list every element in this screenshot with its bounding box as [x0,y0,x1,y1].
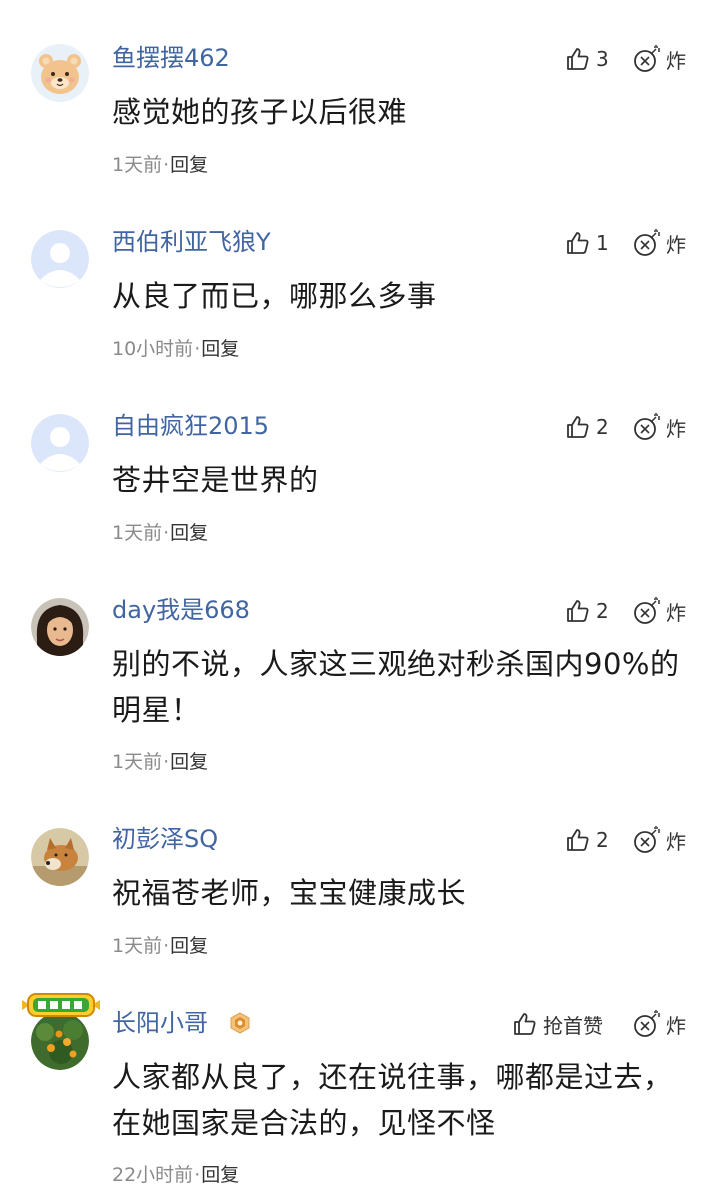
timestamp: 1天前 [112,935,163,957]
comment-meta: 1天前·回复 [112,934,208,958]
like-button[interactable]: 2 [563,825,609,855]
username[interactable]: 长阳小哥 [112,1008,208,1038]
like-button[interactable]: 2 [563,412,609,442]
thumbs-up-icon [567,829,589,851]
bomb-icon [634,229,660,256]
comment-meta: 22小时前·回复 [112,1163,239,1187]
comment-meta: 1天前·回复 [112,750,208,774]
reply-button[interactable]: 回复 [170,935,208,957]
comment-meta: 10小时前·回复 [112,337,239,361]
bomb-button[interactable]: 炸 [632,596,686,626]
username[interactable]: day我是668 [112,595,250,625]
timestamp: 1天前 [112,751,163,773]
separator: · [163,154,170,176]
bomb-button[interactable]: 炸 [632,228,686,258]
bomb-button[interactable]: 炸 [632,44,686,74]
thumbs-up-icon [567,600,589,622]
cartoon-bear-avatar[interactable] [31,44,89,102]
dog-photo-avatar[interactable] [31,828,89,886]
comment-text: 感觉她的孩子以后很难 [112,95,408,129]
like-count: 3 [596,47,609,71]
bomb-icon [634,45,660,72]
thumbs-up-icon [567,232,589,254]
bomb-label: 炸 [666,829,686,854]
like-button[interactable]: 1 [563,228,609,258]
bomb-icon [634,826,660,853]
like-count: 2 [596,828,609,852]
separator: · [163,751,170,773]
bomb-button[interactable]: 炸 [632,412,686,442]
thumbs-up-icon [514,1013,536,1035]
like-label: 抢首赞 [543,1013,603,1038]
bomb-icon [634,1010,660,1037]
timestamp: 1天前 [112,522,163,544]
like-button[interactable]: 3 [563,44,609,74]
username[interactable]: 自由疯狂2015 [112,411,269,441]
like-count: 2 [596,415,609,439]
username[interactable]: 初彭泽SQ [112,824,218,854]
bomb-button[interactable]: 炸 [632,825,686,855]
timestamp: 22小时前 [112,1164,194,1186]
comment-text: 从良了而已，哪那么多事 [112,279,437,313]
bomb-label: 炸 [666,416,686,441]
like-button[interactable]: 2 [563,596,609,626]
username[interactable]: 西伯利亚飞狼Y [112,227,271,257]
reply-button[interactable]: 回复 [170,751,208,773]
bomb-label: 炸 [666,600,686,625]
thumbs-up-icon [567,416,589,438]
separator: · [194,1164,201,1186]
separator: · [194,338,201,360]
comment-text: 别的不说，人家这三观绝对秒杀国内90%的明星！ [112,647,680,727]
hexagon-badge-icon [230,1012,250,1034]
reply-button[interactable]: 回复 [201,338,239,360]
comment-text: 苍井空是世界的 [112,463,319,497]
username[interactable]: 鱼摆摆462 [112,43,230,73]
default-avatar[interactable] [31,414,89,472]
comment-text: 人家都从良了，还在说往事，哪都是过去，在她国家是合法的，见怪不怪 [112,1060,673,1140]
reply-button[interactable]: 回复 [170,522,208,544]
bomb-label: 炸 [666,1013,686,1038]
comment-meta: 1天前·回复 [112,153,208,177]
comment-list: 鱼摆摆462 3 炸 感觉她的孩子以后很难 1天前·回复 西伯利亚飞狼Y 1 炸… [0,0,720,1202]
bomb-icon [634,597,660,624]
bomb-label: 炸 [666,48,686,73]
like-button[interactable]: 抢首赞 [510,1009,603,1039]
separator: · [163,522,170,544]
separator: · [163,935,170,957]
comment-meta: 1天前·回复 [112,521,208,545]
thumbs-up-icon [567,48,589,70]
bomb-label: 炸 [666,232,686,257]
like-count: 1 [596,231,609,255]
reply-button[interactable]: 回复 [201,1164,239,1186]
bomb-button[interactable]: 炸 [632,1009,686,1039]
bomb-icon [634,413,660,440]
commenter-medal-icon [22,993,100,1017]
reply-button[interactable]: 回复 [170,154,208,176]
timestamp: 1天前 [112,154,163,176]
default-avatar[interactable] [31,230,89,288]
timestamp: 10小时前 [112,338,194,360]
girl-photo-avatar[interactable] [31,598,89,656]
fruit-tree-avatar[interactable] [31,1012,89,1070]
like-count: 2 [596,599,609,623]
comment-text: 祝福苍老师，宝宝健康成长 [112,876,467,910]
